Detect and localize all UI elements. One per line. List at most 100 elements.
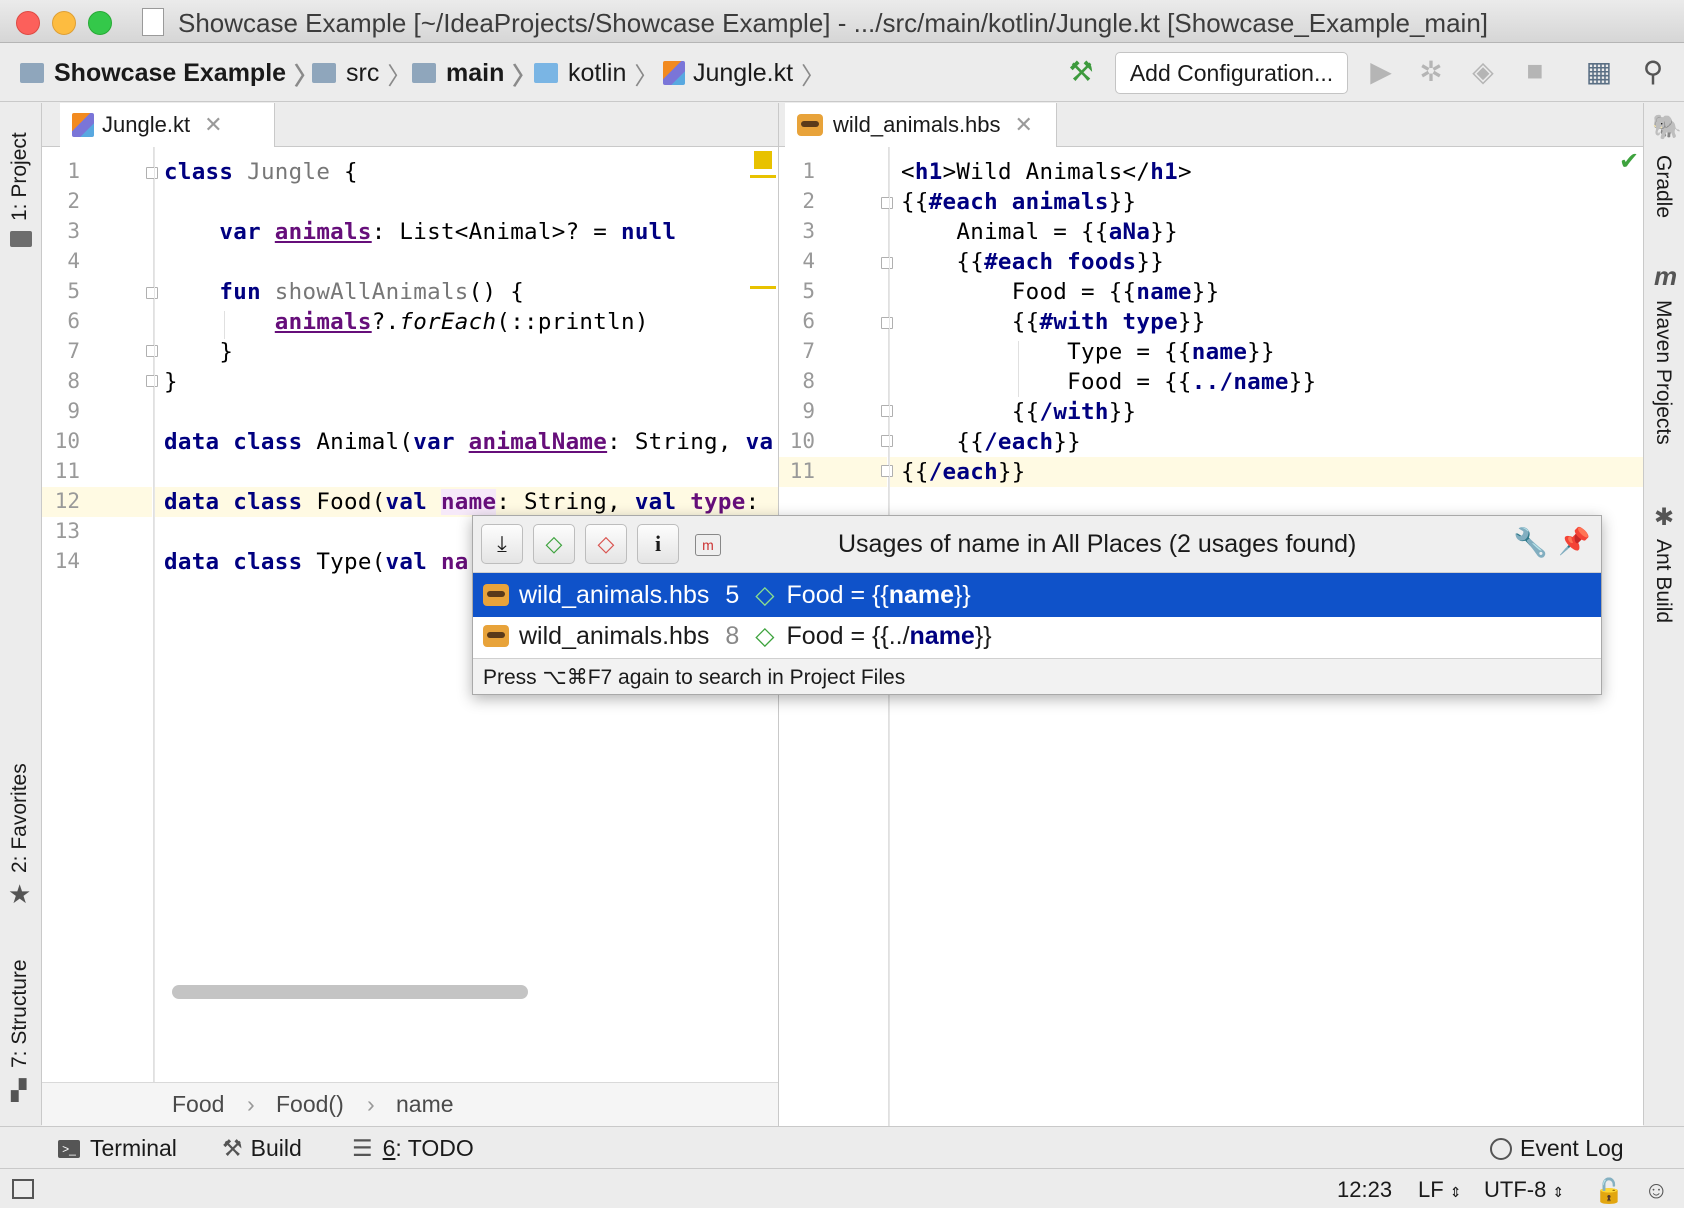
open-in-find-window-icon[interactable]: ⤓ bbox=[481, 524, 523, 564]
caret-position[interactable]: 12:23 bbox=[1337, 1177, 1392, 1203]
fold-marker-icon[interactable] bbox=[881, 435, 893, 447]
crumb-file[interactable]: Jungle.kt 〉 bbox=[663, 56, 825, 90]
fold-marker-icon[interactable] bbox=[881, 465, 893, 477]
tool-window-maven[interactable]: Maven Projects bbox=[1651, 300, 1675, 445]
coverage-icon[interactable]: ◈ bbox=[1466, 54, 1500, 88]
title-bar: Showcase Example [~/IdeaProjects/Showcas… bbox=[0, 0, 1684, 43]
build-hammer-icon[interactable]: ⚒ bbox=[1064, 54, 1098, 88]
file-encoding[interactable]: UTF-8 ⇕ bbox=[1484, 1177, 1564, 1203]
fold-marker-icon[interactable] bbox=[881, 317, 893, 329]
fold-marker-icon[interactable] bbox=[146, 345, 158, 357]
settings-wrench-icon[interactable]: 🔧 bbox=[1513, 526, 1548, 559]
right-tool-stripe: 🐘 Gradle m Maven Projects ✱ Ant Build bbox=[1643, 103, 1684, 1125]
chevron-right-icon: 〉 bbox=[634, 62, 659, 90]
tool-window-event-log[interactable]: Event Log bbox=[1490, 1135, 1624, 1162]
minimize-window-icon[interactable] bbox=[52, 11, 76, 35]
tool-window-gradle[interactable]: Gradle bbox=[1651, 155, 1675, 218]
kotlin-code[interactable]: class Jungle { var animals: List<Animal>… bbox=[164, 157, 773, 577]
tool-window-todo[interactable]: ☰ 6: TODO bbox=[352, 1135, 474, 1162]
project-structure-icon[interactable]: ▦ bbox=[1582, 54, 1616, 88]
folder-icon bbox=[312, 63, 336, 83]
info-icon[interactable]: i bbox=[637, 524, 679, 564]
fold-marker-icon[interactable] bbox=[146, 375, 158, 387]
fold-marker-icon[interactable] bbox=[146, 287, 158, 299]
tool-window-ant-build[interactable]: Ant Build bbox=[1651, 539, 1675, 623]
crumb-kotlin[interactable]: kotlin 〉 bbox=[534, 56, 658, 90]
tool-window-build[interactable]: ⚒ Build bbox=[222, 1135, 302, 1162]
tool-label: : TODO bbox=[395, 1135, 474, 1161]
terminal-icon: >_ bbox=[58, 1139, 80, 1158]
line-number: 1 bbox=[67, 159, 80, 183]
crumb-main[interactable]: main 〉 bbox=[412, 56, 536, 90]
folder-icon bbox=[10, 231, 32, 247]
usage-row[interactable]: wild_animals.hbs 8 ◇ Food = {{../name}} bbox=[473, 614, 1601, 658]
handlebars-code[interactable]: <h1>Wild Animals</h1> {{#each animals}} … bbox=[901, 157, 1316, 487]
line-number: 11 bbox=[54, 459, 80, 483]
line-number: 7 bbox=[67, 339, 80, 363]
chevron-right-icon: 〉 bbox=[801, 62, 826, 90]
tab-wild-animals-hbs[interactable]: wild_animals.hbs ✕ bbox=[785, 103, 1057, 147]
tab-label: wild_animals.hbs bbox=[833, 112, 1001, 137]
tool-window-terminal[interactable]: >_ Terminal bbox=[58, 1135, 177, 1162]
chevron-right-icon: › bbox=[367, 1091, 375, 1117]
list-icon: ☰ bbox=[352, 1135, 373, 1161]
usage-text: }} bbox=[954, 580, 971, 609]
toggle-tool-windows-icon[interactable] bbox=[12, 1179, 34, 1199]
usage-file: wild_animals.hbs bbox=[519, 621, 710, 650]
fold-marker-icon[interactable] bbox=[881, 405, 893, 417]
breadcrumb-item[interactable]: name bbox=[396, 1091, 454, 1118]
crumb-src[interactable]: src 〉 bbox=[312, 56, 411, 90]
left-tool-stripe: 1: Project 2: Favorites ★ 7: Structure ▞ bbox=[0, 103, 42, 1125]
line-number: 14 bbox=[54, 549, 80, 573]
tool-window-project[interactable]: 1: Project bbox=[8, 132, 32, 221]
handlebars-file-icon bbox=[483, 584, 509, 606]
next-occurrence-icon[interactable]: ◇ bbox=[585, 524, 627, 564]
add-configuration-button[interactable]: Add Configuration... bbox=[1115, 52, 1348, 94]
fold-marker-icon[interactable] bbox=[881, 197, 893, 209]
inspection-ok-checkmark-icon[interactable]: ✔ bbox=[1619, 147, 1639, 176]
inspector-icon[interactable]: ☺ bbox=[1644, 1177, 1669, 1205]
warning-marker-icon[interactable] bbox=[754, 151, 772, 169]
usages-popup-toolbar: ⤓ ◇ ◇ i m Usages of name in All Places (… bbox=[473, 516, 1601, 573]
crumb-label: Showcase Example bbox=[54, 58, 287, 87]
search-icon[interactable]: ⚲ bbox=[1636, 54, 1670, 88]
line-number: 11 bbox=[789, 459, 815, 483]
breadcrumb-item[interactable]: Food bbox=[172, 1091, 224, 1118]
tool-mnemonic: 6 bbox=[382, 1135, 396, 1161]
lock-icon[interactable]: 🔓 bbox=[1594, 1177, 1624, 1206]
close-window-icon[interactable] bbox=[16, 11, 40, 35]
previous-occurrence-icon[interactable]: ◇ bbox=[533, 524, 575, 564]
run-icon[interactable]: ▶ bbox=[1364, 54, 1398, 88]
hammer-icon: ⚒ bbox=[222, 1135, 243, 1161]
close-icon[interactable]: ✕ bbox=[204, 112, 222, 138]
line-number: 3 bbox=[67, 219, 80, 243]
updown-icon: ⇕ bbox=[1552, 1184, 1565, 1200]
close-icon[interactable]: ✕ bbox=[1015, 112, 1033, 138]
crumb-project[interactable]: Showcase Example 〉 bbox=[20, 56, 318, 90]
status-bar: 12:23 LF ⇕ UTF-8 ⇕ 🔓 ☺ bbox=[0, 1168, 1684, 1208]
debug-icon[interactable]: ✲ bbox=[1414, 54, 1448, 88]
method-filter-icon[interactable]: m bbox=[695, 534, 721, 556]
usage-text: }} bbox=[974, 621, 992, 650]
fold-marker-icon[interactable] bbox=[146, 167, 158, 179]
crumb-label: main bbox=[446, 58, 505, 87]
usage-text: Food = {{ bbox=[786, 580, 889, 609]
usage-row[interactable]: wild_animals.hbs 5 ◇ Food = {{name}} bbox=[473, 573, 1601, 617]
tab-jungle-kt[interactable]: Jungle.kt ✕ bbox=[60, 103, 275, 147]
warning-stripe bbox=[750, 175, 776, 178]
pin-icon[interactable]: 📌 bbox=[1558, 526, 1590, 557]
line-number: 6 bbox=[802, 309, 815, 333]
line-separator[interactable]: LF ⇕ bbox=[1418, 1177, 1461, 1203]
breadcrumb-item[interactable]: Food() bbox=[276, 1091, 344, 1118]
tool-window-favorites[interactable]: 2: Favorites bbox=[8, 763, 32, 873]
structure-icon: ▞ bbox=[11, 1080, 27, 1102]
line-number: 5 bbox=[802, 279, 815, 303]
stop-icon[interactable]: ■ bbox=[1518, 54, 1552, 88]
tool-window-structure[interactable]: 7: Structure bbox=[8, 959, 32, 1068]
usage-read-icon: ◇ bbox=[755, 581, 775, 609]
updown-icon: ⇕ bbox=[1449, 1184, 1462, 1200]
navigation-bar: Showcase Example 〉 src 〉 main 〉 kotlin 〉 Jun… bbox=[0, 44, 1684, 102]
zoom-window-icon[interactable] bbox=[88, 11, 112, 35]
fold-marker-icon[interactable] bbox=[881, 257, 893, 269]
horizontal-scrollbar[interactable] bbox=[172, 985, 528, 999]
